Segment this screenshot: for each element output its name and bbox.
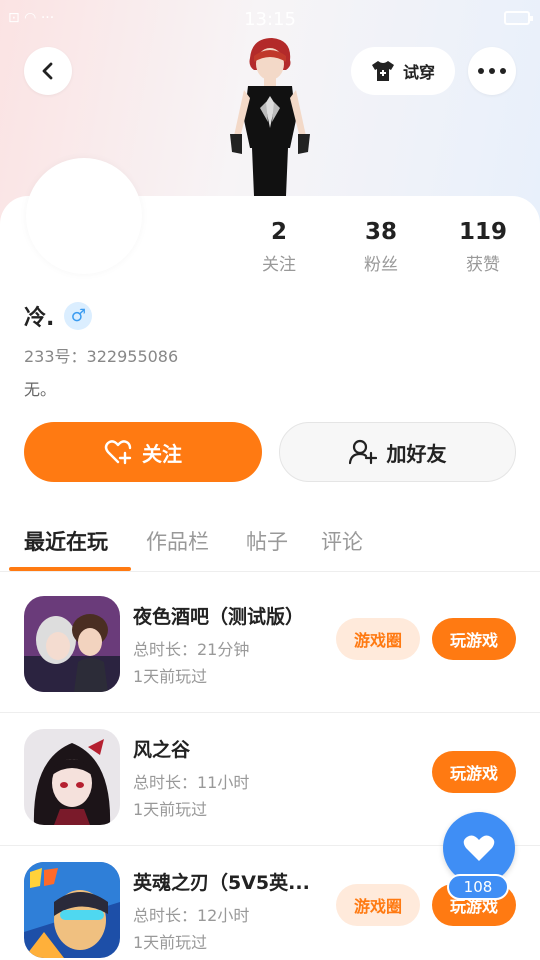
more-button[interactable] — [468, 47, 516, 95]
stat-following-count: 2 — [270, 219, 287, 245]
profile-tabs: 最近在玩 作品栏 帖子 评论 — [0, 520, 540, 572]
status-bar: ⊡ ◠ ··· 13:15 — [0, 0, 540, 38]
stat-likes-label: 获赞 — [466, 255, 500, 275]
more-icon — [478, 68, 484, 74]
follow-label: 关注 — [142, 441, 182, 466]
user-bio: 无。 — [24, 380, 57, 399]
stat-fans-count: 38 — [364, 219, 397, 245]
user-id: 233号：322955086 — [24, 347, 179, 366]
tab-works[interactable]: 作品栏 — [146, 526, 209, 556]
back-arrow-icon — [42, 62, 53, 80]
tab-recent-play[interactable]: 最近在玩 — [24, 526, 108, 556]
stat-fans[interactable]: 38 粉丝 — [341, 218, 421, 275]
tshirt-icon — [371, 61, 394, 81]
heart-plus-icon — [104, 440, 132, 465]
add-friend-label: 加好友 — [386, 441, 447, 466]
stat-fans-label: 粉丝 — [364, 255, 398, 275]
game-last-played: 1天前玩过 — [133, 667, 208, 686]
back-button[interactable] — [24, 47, 72, 95]
game-title: 风之谷 — [133, 739, 191, 761]
tab-posts[interactable]: 帖子 — [246, 526, 288, 556]
heart-icon — [463, 835, 495, 861]
game-icon — [24, 596, 120, 692]
game-circle-button[interactable]: 游戏圈 — [336, 884, 420, 926]
status-time: 13:15 — [244, 9, 296, 30]
game-icon — [24, 729, 120, 825]
tab-indicator — [9, 567, 131, 571]
nickname: 冷. ♂ — [24, 300, 93, 332]
nickname-text: 冷. — [24, 306, 55, 331]
stat-likes[interactable]: 119 获赞 — [443, 218, 523, 275]
game-duration: 总时长：11小时 — [133, 773, 250, 792]
game-duration: 总时长：12小时 — [133, 906, 250, 925]
game-title: 英魂之刃（5V5英... — [133, 872, 310, 894]
tab-comments[interactable]: 评论 — [321, 526, 363, 556]
male-icon: ♂ — [64, 302, 93, 330]
play-game-button[interactable]: 玩游戏 — [432, 751, 516, 793]
avatar-3d-figure[interactable] — [220, 36, 320, 196]
avatar[interactable] — [26, 158, 142, 274]
game-last-played: 1天前玩过 — [133, 800, 208, 819]
game-duration: 总时长：21分钟 — [133, 640, 250, 659]
add-user-icon — [348, 439, 377, 465]
follow-button[interactable]: 关注 — [24, 422, 262, 482]
game-last-played: 1天前玩过 — [133, 933, 208, 952]
stat-following-label: 关注 — [262, 255, 296, 275]
game-title: 夜色酒吧（测试版） — [133, 606, 305, 628]
try-on-button[interactable]: 试穿 — [351, 47, 455, 95]
stat-likes-count: 119 — [458, 219, 507, 245]
game-icon — [24, 862, 120, 958]
add-friend-button[interactable]: 加好友 — [279, 422, 516, 482]
game-row[interactable]: 夜色酒吧（测试版） 总时长：21分钟 1天前玩过 游戏圈 玩游戏 — [0, 580, 540, 713]
like-count: 108 — [447, 874, 509, 900]
try-on-label: 试穿 — [402, 63, 435, 82]
stat-following[interactable]: 2 关注 — [239, 218, 319, 275]
play-game-button[interactable]: 玩游戏 — [432, 618, 516, 660]
game-circle-button[interactable]: 游戏圈 — [336, 618, 420, 660]
battery-icon — [504, 11, 533, 25]
